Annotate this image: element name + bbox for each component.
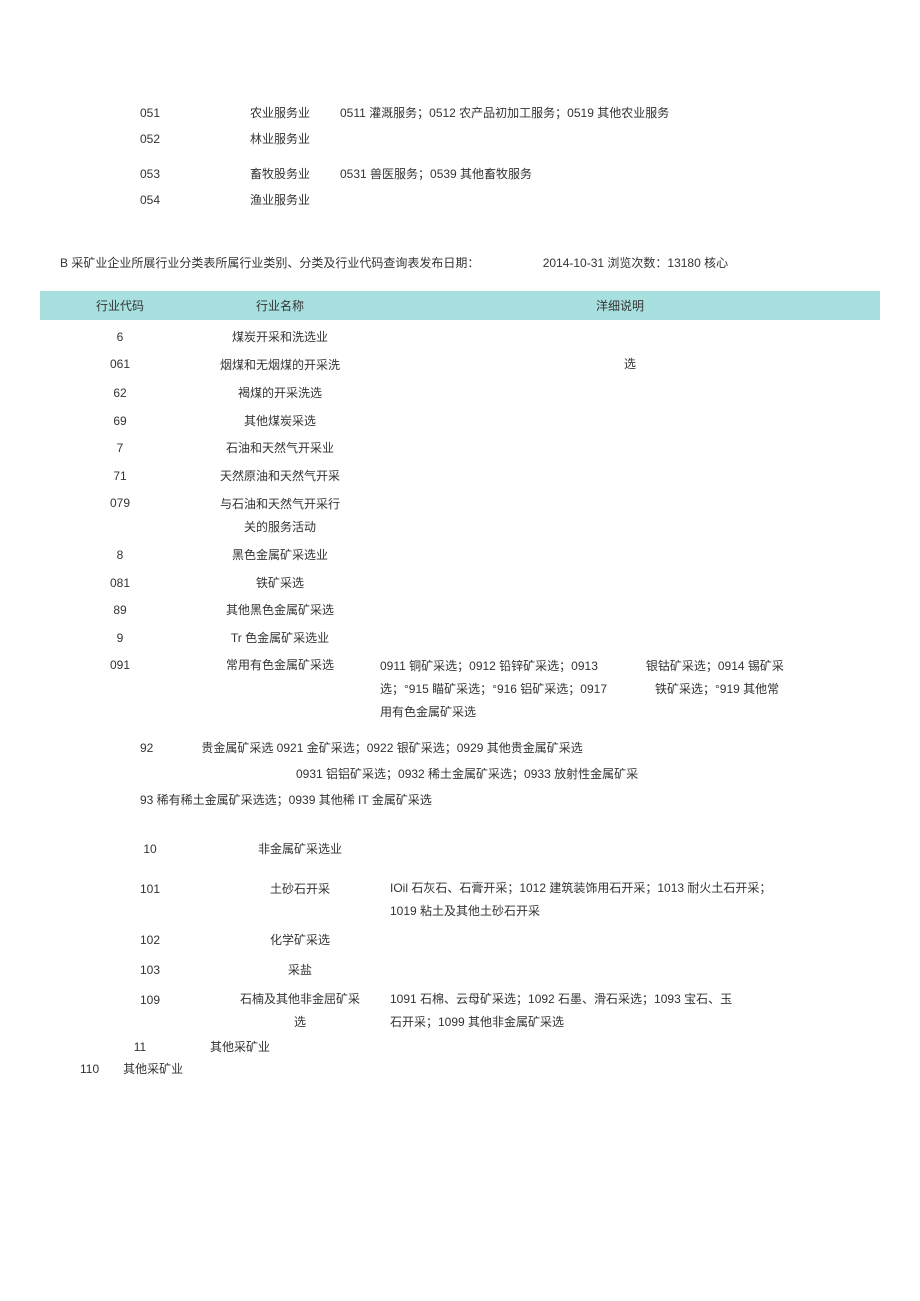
row-name: 与石油和天然气开采行 关的服务活动 [200,493,360,539]
row-name: 天然原油和天然气开采 [200,466,360,488]
row-code: 081 [40,573,200,595]
table-row: 109 石楠及其他非金屈矿采 选 1091 石棉、云母矿采选；1092 石墨、滑… [40,985,880,1037]
last-row: 11 110 其他采矿业 其他采矿业 [80,1037,880,1080]
row-code: 62 [40,383,200,405]
row-name: 石油和天然气开采业 [200,438,360,460]
table-row: 054 渔业服务业 [140,187,880,213]
table-row: 89 其他黑色金属矿采选 [40,597,880,625]
table-row: 71 天然原油和天然气开采 [40,463,880,491]
table-row: 052 林业服务业 [140,126,880,152]
table-row: 061 烟煤和无烟煤的开采洗 选 [40,351,880,380]
table-row: 101 土砂石开采 IOil 石灰石、石膏开采；1012 建筑装饰用石开采；10… [40,874,880,926]
last-name: 其他采矿业 [210,1037,270,1059]
row-name: 黑色金属矿采选业 [200,545,360,567]
row-name: 褐煤的开采洗选 [200,383,360,405]
table-row: 7 石油和天然气开采业 [40,435,880,463]
row-name: 非金属矿采选业 [220,837,380,861]
row-name: 化学矿采选 [220,928,380,952]
row-code: 6 [40,327,200,349]
table-header: 行业代码 行业名称 洋细说明 [40,291,880,320]
row-code: 061 [40,354,200,376]
header-name: 行业名称 [200,297,360,314]
top-services-table: 051 农业服务业 0511 灌溉服务；0512 农产品初加工服务；0519 其… [140,100,880,214]
row-name: 煤炭开采和洗选业 [200,327,360,349]
row-code: 10 [40,837,220,861]
last-left: 11 110 其他采矿业 [80,1037,200,1080]
row-code: 053 [140,161,220,187]
table-row: 091 常用有色金属矿采选 0911 铜矿采选；0912 铅锌矿采选；0913 … [40,652,880,726]
table-row: 079 与石油和天然气开采行 关的服务活动 [40,490,880,542]
title-text: B 采矿业企业所展行业分类表所属行业类别、分类及行业代码查询表发布日期： [60,256,479,270]
row-name: 林业服务业 [220,126,340,152]
table-row: 6 煤炭开采和洗选业 [40,324,880,352]
row-code: 71 [40,466,200,488]
row-code: 89 [40,600,200,622]
row-desc: 0531 兽医服务；0539 其他畜牧服务 [340,161,880,187]
row-name: 常用有色金属矿采选 [200,655,360,677]
header-code: 行业代码 [40,297,200,314]
freeform-rows: 92 贵金属矿采选 0921 金矿采选；0922 银矿采选；0929 其他贵金属… [140,735,880,814]
row-name: 农业服务业 [220,100,340,126]
row-name: 采盐 [220,958,380,982]
row-desc: 0911 铜矿采选；0912 铅锌矿采选；0913 银钴矿采选；0914 锡矿采… [360,655,880,723]
table-row: 8 黑色金属矿采选业 [40,542,880,570]
table-row: 103 采盐 [40,955,880,985]
row-code: 102 [40,928,220,952]
table-row: 10 非金属矿采选业 [40,834,880,864]
table-row: 9 Tr 色金属矿采选业 [40,625,880,653]
table-body: 6 煤炭开采和洗选业 061 烟煤和无烟煤的开采洗 选 62 褐煤的开采洗选 6… [40,324,880,727]
row-code: 051 [140,100,220,126]
row-desc: IOil 石灰石、石膏开采；1012 建筑装饰用石开采；1013 耐火土石开采；… [380,877,880,923]
row-name: 石楠及其他非金屈矿采 选 [220,988,380,1034]
title-date: 2014-10-31 浏览次数：13180 核心 [543,256,728,270]
row-name: 其他煤炭采选 [200,411,360,433]
last-code-bottom: 110 其他采矿业 [80,1059,200,1081]
row-code: 103 [40,958,220,982]
row-code: 7 [40,438,200,460]
section-title: B 采矿业企业所展行业分类表所属行业类别、分类及行业代码查询表发布日期： 201… [60,254,880,271]
table-row: 081 铁矿采选 [40,570,880,598]
row-code: 8 [40,545,200,567]
row-name: 烟煤和无烟煤的开采洗 [200,354,360,377]
row-code: 9 [40,628,200,650]
row-code: 69 [40,411,200,433]
table-row: 102 化学矿采选 [40,925,880,955]
row-name: 其他黑色金属矿采选 [200,600,360,622]
table-row: 69 其他煤炭采选 [40,408,880,436]
row-name: 铁矿采选 [200,573,360,595]
last-code-top: 11 [80,1037,200,1059]
table-row: 053 畜牧股务业 0531 兽医服务；0539 其他畜牧服务 [140,161,880,187]
row-code: 101 [40,877,220,901]
header-desc: 洋细说明 [360,297,880,314]
row-name: 土砂石开采 [220,877,380,901]
last-right: 其他采矿业 [210,1037,270,1080]
bottom-table: 10 非金属矿采选业 101 土砂石开采 IOil 石灰石、石膏开采；1012 … [40,834,880,1080]
row-code: 054 [140,187,220,213]
row-code: 052 [140,126,220,152]
freeform-line: 92 贵金属矿采选 0921 金矿采选；0922 银矿采选；0929 其他贵金属… [140,735,880,761]
freeform-line: 0931 铝铝矿采选；0932 稀土金属矿采选；0933 放射性金属矿采 [140,761,880,787]
table-row: 051 农业服务业 0511 灌溉服务；0512 农产品初加工服务；0519 其… [140,100,880,126]
row-code: 091 [40,655,200,677]
industry-table: 行业代码 行业名称 洋细说明 6 煤炭开采和洗选业 061 烟煤和无烟煤的开采洗… [40,291,880,814]
row-name: 畜牧股务业 [220,161,340,187]
row-name: 渔业服务业 [220,187,340,213]
row-desc: 选 [360,354,880,376]
row-code: 079 [40,493,200,515]
table-row: 62 褐煤的开采洗选 [40,380,880,408]
freeform-line: 93 稀有稀土金属矿采选选；0939 其他稀 IT 金属矿采选 [140,787,880,813]
row-desc: 0511 灌溉服务；0512 农产品初加工服务；0519 其他农业服务 [340,100,880,126]
row-name: Tr 色金属矿采选业 [200,628,360,650]
row-desc: 1091 石棉、云母矿采选；1092 石墨、滑石采选；1093 宝石、玉 石开采… [380,988,880,1034]
row-code: 109 [40,988,220,1012]
